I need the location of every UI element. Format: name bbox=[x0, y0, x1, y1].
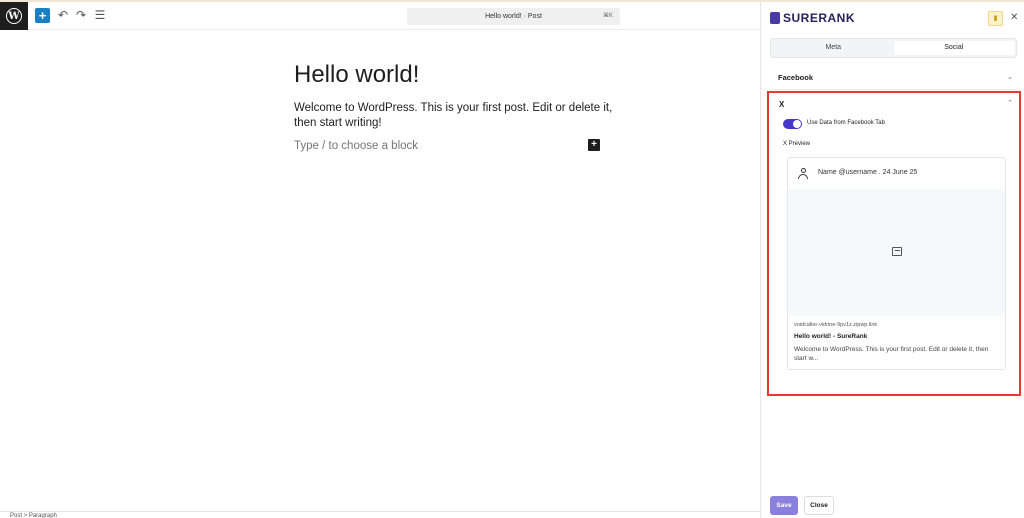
toggle-knob bbox=[793, 120, 801, 128]
document-title-bar[interactable]: Hello world! · Post ⌘K bbox=[407, 8, 620, 25]
seo-score-button[interactable]: ▮ bbox=[988, 11, 1003, 26]
card-image-placeholder bbox=[788, 189, 1005, 316]
toggle-label: Use Data from Facebook Tab bbox=[807, 120, 885, 126]
surerank-sidebar: SURERANK ▮ ✕ Meta Social Facebook ⌄ X ⌃ … bbox=[760, 2, 1024, 518]
chevron-up-icon[interactable]: ⌃ bbox=[1007, 99, 1013, 107]
user-icon bbox=[798, 168, 808, 179]
bar-chart-icon: ▮ bbox=[993, 15, 998, 22]
surerank-logo: SURERANK bbox=[770, 11, 855, 25]
editor-toolbar: W + ↶ ↷ ☰ Hello world! · Post ⌘K bbox=[0, 2, 760, 30]
card-domain: voidcaller-vidrine-9pv1z.zipwp.link bbox=[794, 322, 878, 328]
document-title: Hello world! · Post bbox=[485, 13, 542, 20]
use-facebook-data-toggle[interactable] bbox=[783, 119, 802, 129]
x-preview-label: X Preview bbox=[783, 141, 811, 147]
facebook-accordion[interactable]: Facebook ⌄ bbox=[770, 68, 1017, 90]
card-username: Name @username . 24 June 25 bbox=[818, 169, 918, 176]
facebook-label: Facebook bbox=[778, 73, 814, 82]
x-section-label[interactable]: X bbox=[779, 100, 784, 109]
redo-icon[interactable]: ↷ bbox=[74, 7, 88, 23]
card-title: Hello world! - SureRank bbox=[794, 333, 868, 340]
editor-canvas: Hello world! Welcome to WordPress. This … bbox=[0, 31, 760, 511]
block-breadcrumb[interactable]: Post > Paragraph bbox=[0, 511, 760, 518]
block-inserter-toggle[interactable]: + bbox=[35, 8, 50, 23]
empty-block-placeholder[interactable]: Type / to choose a block bbox=[294, 140, 418, 152]
wordpress-logo-button[interactable]: W bbox=[0, 2, 28, 30]
x-accordion: X ⌃ Use Data from Facebook Tab X Preview… bbox=[767, 91, 1021, 396]
x-preview-card: Name @username . 24 June 25 voidcaller-v… bbox=[787, 157, 1006, 370]
surerank-mark-icon bbox=[770, 12, 780, 24]
card-header: Name @username . 24 June 25 bbox=[788, 158, 1005, 189]
undo-icon[interactable]: ↶ bbox=[56, 7, 70, 23]
save-button[interactable]: Save bbox=[770, 496, 798, 515]
image-icon bbox=[892, 247, 902, 256]
wordpress-icon: W bbox=[6, 8, 22, 24]
add-block-button[interactable]: + bbox=[588, 139, 600, 151]
post-title[interactable]: Hello world! bbox=[294, 61, 419, 89]
paragraph-block[interactable]: Welcome to WordPress. This is your first… bbox=[294, 101, 614, 131]
tab-meta[interactable]: Meta bbox=[773, 41, 894, 55]
command-shortcut: ⌘K bbox=[602, 13, 613, 19]
close-icon[interactable]: ✕ bbox=[1010, 12, 1018, 23]
tab-social[interactable]: Social bbox=[893, 41, 1014, 55]
close-button[interactable]: Close bbox=[804, 496, 834, 515]
card-description: Welcome to WordPress. This is your first… bbox=[794, 346, 989, 362]
document-overview-icon[interactable]: ☰ bbox=[93, 7, 107, 23]
chevron-down-icon: ⌄ bbox=[1007, 74, 1013, 81]
tab-bar: Meta Social bbox=[770, 38, 1017, 58]
brand-name: SURERANK bbox=[783, 11, 856, 25]
